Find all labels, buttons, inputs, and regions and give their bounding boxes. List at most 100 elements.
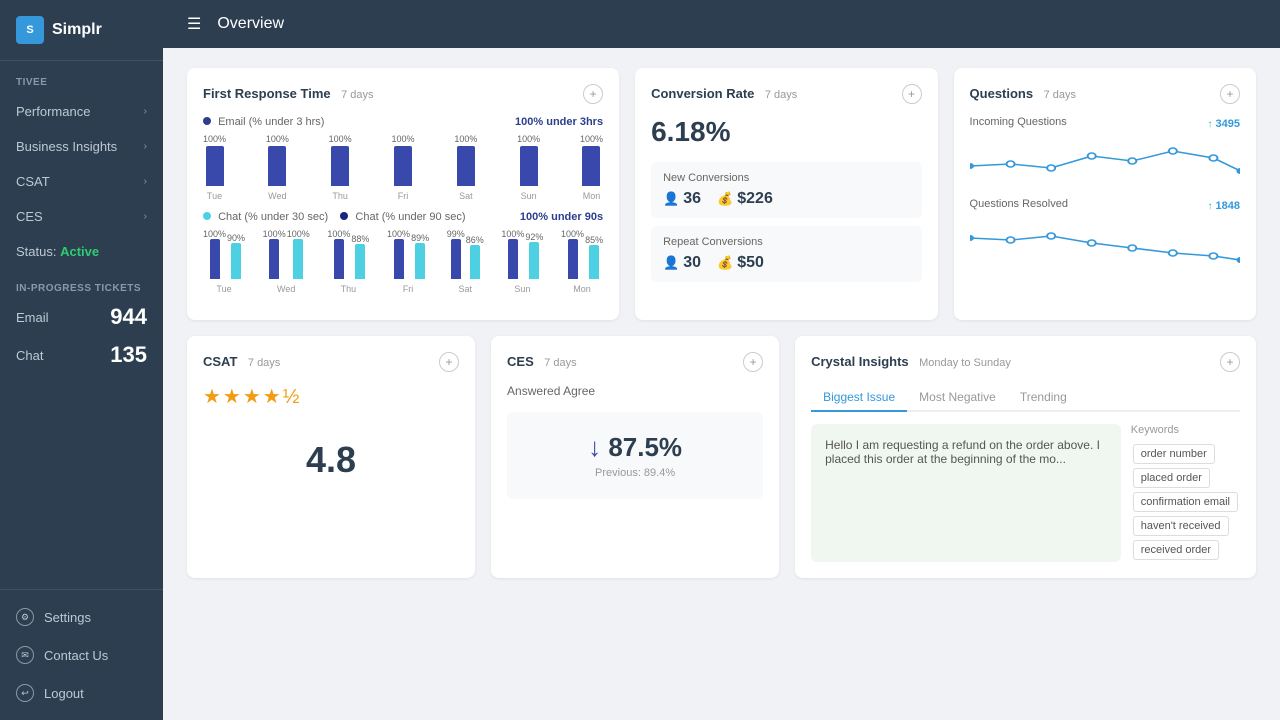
incoming-count: ↑ 3495	[1207, 118, 1240, 130]
status-value: Active	[60, 244, 99, 259]
contact-us-item[interactable]: ✉ Contact Us	[0, 636, 163, 674]
settings-label: Settings	[44, 610, 91, 625]
repeat-conversions-box: Repeat Conversions 👤 30 💰 $50	[651, 226, 921, 282]
new-conv-title: New Conversions	[663, 172, 909, 184]
tab-trending[interactable]: Trending	[1008, 384, 1079, 412]
sidebar-item-performance[interactable]: Performance ›	[0, 94, 163, 129]
email-bar	[206, 146, 224, 186]
frt-header: First Response Time 7 days +	[203, 84, 603, 104]
crystal-tabs: Biggest Issue Most Negative Trending	[811, 384, 1240, 412]
page-title: Overview	[217, 15, 284, 33]
chat-icon: ✉	[16, 646, 34, 664]
person-icon: 👤	[663, 191, 679, 207]
crystal-message: Hello I am requesting a refund on the or…	[811, 424, 1121, 562]
sidebar-item-business-insights[interactable]: Business Insights ›	[0, 129, 163, 164]
chat30-bar	[589, 245, 599, 279]
incoming-label: Incoming Questions	[970, 116, 1067, 128]
questions-expand-btn[interactable]: +	[1220, 84, 1240, 104]
status-item: Status: Active	[0, 234, 163, 269]
csat-expand-btn[interactable]: +	[439, 352, 459, 372]
frt-chat-stat: 100% under 90s	[520, 211, 603, 223]
crystal-expand-btn[interactable]: +	[1220, 352, 1240, 372]
row-2: CSAT 7 days + ★★★★½ 4.8 CES 7 days + A	[187, 336, 1256, 578]
repeat-conv-values: 👤 30 💰 $50	[663, 254, 909, 272]
sidebar-bottom: ⚙ Settings ✉ Contact Us ↩ Logout	[0, 589, 163, 720]
tab-biggest-issue[interactable]: Biggest Issue	[811, 384, 907, 412]
chat-bar-group: 100% 88% Thu	[327, 229, 369, 294]
bar-day: Fri	[403, 284, 414, 294]
bar-day: Fri	[398, 191, 409, 201]
ces-expand-btn[interactable]: +	[743, 352, 763, 372]
chevron-right-icon: ›	[144, 211, 147, 222]
email-bar	[582, 146, 600, 186]
chat90-bar	[568, 239, 578, 279]
chat-bar-group: 100% 92% Sun	[501, 229, 543, 294]
crystal-body: Hello I am requesting a refund on the or…	[811, 424, 1240, 562]
email-bar-group: 100% Mon	[580, 134, 603, 201]
bar-day: Thu	[341, 284, 357, 294]
bar-pct: 100%	[329, 134, 352, 144]
chat90-bar	[269, 239, 279, 279]
keyword-tag: order number	[1133, 444, 1215, 464]
csat-title: CSAT	[203, 354, 237, 369]
status-label: Status:	[16, 244, 56, 259]
sidebar-item-csat[interactable]: CSAT ›	[0, 164, 163, 199]
keyword-tag: received order	[1133, 540, 1219, 560]
tab-most-negative[interactable]: Most Negative	[907, 384, 1008, 412]
new-conv-value: 💰 $226	[717, 190, 773, 208]
chat-bar-group: 100% 85% Mon	[561, 229, 603, 294]
incoming-chart	[970, 136, 1240, 186]
bar-pct: 100%	[454, 134, 477, 144]
arrow-down-icon: ↓	[588, 432, 601, 462]
bar-pct: 100%	[391, 134, 414, 144]
settings-item[interactable]: ⚙ Settings	[0, 598, 163, 636]
questions-period: 7 days	[1044, 89, 1076, 101]
topbar: ☰ Overview	[163, 0, 1280, 48]
keywords-list: order numberplaced orderconfirmation ema…	[1131, 442, 1240, 562]
crystal-header: Crystal Insights Monday to Sunday +	[811, 352, 1240, 372]
bar-day: Tue	[216, 284, 231, 294]
crystal-keywords: Keywords order numberplaced orderconfirm…	[1131, 424, 1240, 562]
bar-day: Wed	[277, 284, 295, 294]
frt-email-label: Email (% under 3 hrs)	[203, 116, 324, 128]
chat30-bar	[231, 243, 241, 279]
email-bar-group: 100% Sat	[454, 134, 477, 201]
bar-day: Tue	[207, 191, 222, 201]
ces-header: CES 7 days +	[507, 352, 763, 372]
ces-title-group: CES 7 days	[507, 353, 577, 371]
chat30-bar	[470, 245, 480, 279]
chat30-dot	[203, 212, 211, 220]
bar-day: Thu	[332, 191, 348, 201]
conversion-period: 7 days	[765, 89, 797, 101]
main-content: ☰ Overview First Response Time 7 days +	[163, 0, 1280, 720]
chat30-bar	[529, 242, 539, 279]
email-bar	[394, 146, 412, 186]
csat-period: 7 days	[248, 357, 280, 369]
frt-expand-btn[interactable]: +	[583, 84, 603, 104]
frt-email-stat: 100% under 3hrs	[515, 116, 603, 128]
chat90-bar	[334, 239, 344, 279]
chat90-bar	[210, 239, 220, 279]
bar-pct: 100%	[266, 134, 289, 144]
bar-day: Sat	[459, 191, 473, 201]
bar-day: Sun	[514, 284, 530, 294]
chevron-right-icon: ›	[144, 141, 147, 152]
crystal-card: Crystal Insights Monday to Sunday + Bigg…	[795, 336, 1256, 578]
gear-icon: ⚙	[16, 608, 34, 626]
conversion-expand-btn[interactable]: +	[902, 84, 922, 104]
logout-icon: ↩	[16, 684, 34, 702]
resolved-label: Questions Resolved	[970, 198, 1068, 210]
email-bar-group: 100% Sun	[517, 134, 540, 201]
sidebar-item-ces[interactable]: CES ›	[0, 199, 163, 234]
email-bar	[520, 146, 538, 186]
conversion-rate: 6.18%	[651, 116, 921, 148]
frt-chat-label-row: Chat (% under 30 sec) Chat (% under 90 s…	[203, 211, 603, 223]
frt-card: First Response Time 7 days + Email (% un…	[187, 68, 619, 320]
frt-chat-labels: Chat (% under 30 sec) Chat (% under 90 s…	[203, 211, 465, 223]
hamburger-icon[interactable]: ☰	[187, 14, 201, 34]
logout-item[interactable]: ↩ Logout	[0, 674, 163, 712]
dashboard-content: First Response Time 7 days + Email (% un…	[163, 48, 1280, 720]
ces-percentage: ↓ 87.5%	[527, 432, 743, 463]
conversion-header: Conversion Rate 7 days +	[651, 84, 921, 104]
crystal-title-group: Crystal Insights Monday to Sunday	[811, 353, 1011, 371]
